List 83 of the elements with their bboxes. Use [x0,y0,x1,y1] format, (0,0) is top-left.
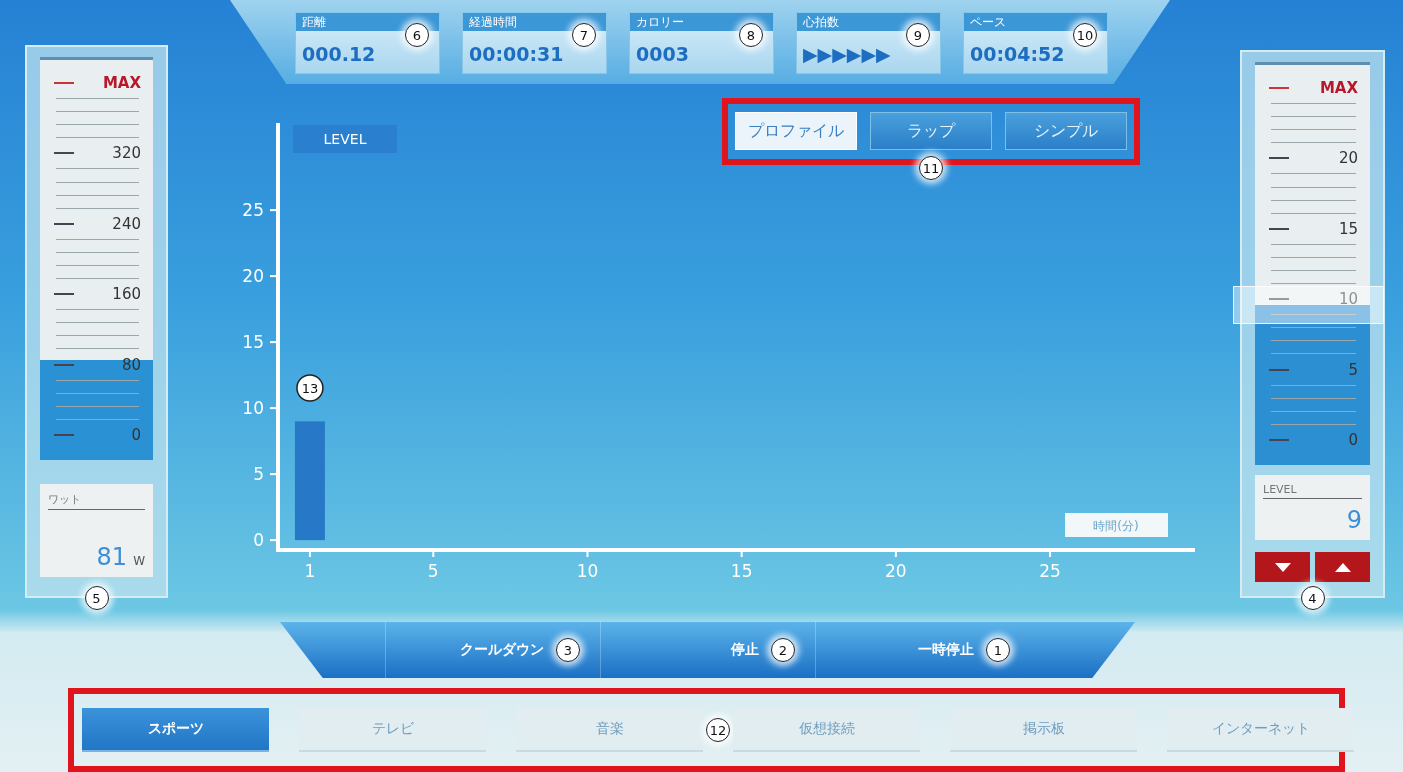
control-button[interactable]: 停止 [729,639,761,661]
metric-value: 000.12 [302,43,376,65]
scale-label: 0 [1348,430,1358,449]
callout-badge: 10 [1073,23,1097,47]
metric-label: 距離 [296,13,439,31]
view-tab[interactable]: プロファイル [735,112,857,150]
metric-value: ▶▶▶▶▶▶ [803,43,891,65]
callout-badge: 5 [84,586,109,610]
scale-tick [54,152,74,155]
nav-tab[interactable]: インターネット [1167,708,1354,752]
slider-handle[interactable] [1233,286,1384,324]
y-axis-title: LEVEL [323,131,367,147]
metric-label: ペース [964,13,1107,31]
scale-label: 160 [112,285,141,304]
scale-label: 15 [1338,219,1358,238]
scale-tick [54,433,74,436]
readout-label: ワット [48,492,145,510]
callout-badge: 7 [572,23,596,47]
y-tick-label: 5 [253,464,264,485]
scale-tick [54,82,74,84]
scale-label: 20 [1338,149,1358,168]
y-tick-label: 20 [242,266,264,287]
scale-tick [1269,227,1289,230]
metric-label: 心拍数 [797,13,940,31]
nav-tab[interactable]: テレビ [299,708,486,752]
x-tick-label: 20 [885,561,907,581]
scale-label: 0 [131,425,141,444]
scale-tick [54,293,74,296]
view-tab[interactable]: シンプル [1005,112,1127,150]
scale-tick [1269,298,1289,301]
view-tab[interactable]: ラップ [870,112,992,150]
x-tick-label: 25 [1039,561,1061,581]
scale-tick [1269,87,1289,89]
up-button[interactable] [1315,552,1370,582]
scale-tick [1269,157,1289,160]
scale-label: 5 [1348,360,1358,379]
down-button[interactable] [1255,552,1310,582]
nav-tab[interactable]: 掲示板 [950,708,1137,752]
metric-value: 0003 [636,43,689,65]
x-axis-title: 時間(分) [1093,519,1139,533]
scale-tick [1269,368,1289,371]
axis-title: 時間(分) [1065,513,1168,537]
scale-label: 240 [112,214,141,233]
scale-label: MAX [102,74,141,92]
x-tick-label: 15 [730,561,753,581]
callout-badge: 6 [405,23,429,47]
metric-label: 経過時間 [463,13,606,31]
y-tick-label: 0 [253,530,264,551]
unit-label: W [133,554,145,568]
x-tick-label: 1 [304,561,316,581]
nav-tab[interactable]: 音楽 [516,708,703,752]
readout-value: 9 [1346,506,1362,534]
callout-badge: 8 [739,23,763,47]
control-button[interactable]: 一時停止 [916,639,976,661]
axis-title: LEVEL [293,125,397,153]
callout-badge: 9 [906,23,930,47]
metric-label: カロリー [630,13,773,31]
readout-value: 81 [96,543,128,571]
callout-badge: 3 [556,638,580,662]
callout-badge: 4 [1300,586,1325,610]
x-tick-label: 5 [427,561,439,581]
scale-label: 320 [112,144,141,163]
nav-tab[interactable]: 仮想接続 [733,708,920,752]
control-button[interactable]: クールダウン [458,639,546,661]
metric-value: 00:04:52 [970,43,1065,65]
y-tick-label: 10 [242,398,264,419]
metric-value: 00:00:31 [469,43,564,65]
x-tick-label: 10 [576,561,599,581]
callout-badge: 11 [919,156,943,180]
callout-badge: 13 [296,374,324,402]
callout-badge: 2 [771,638,795,662]
nav-tab[interactable]: スポーツ [82,708,269,752]
scale-label: MAX [1319,79,1358,97]
scale-label: 10 [1338,290,1358,309]
y-tick-label: 15 [242,332,264,353]
scale-label: 80 [121,355,141,374]
scale-tick [54,363,74,366]
callout-badge: 1 [986,638,1010,662]
y-tick-label: 25 [242,200,264,221]
scale-tick [1269,438,1289,441]
callout-badge: 12 [706,718,730,742]
readout-label: LEVEL [1263,483,1362,499]
scale-tick [54,222,74,225]
